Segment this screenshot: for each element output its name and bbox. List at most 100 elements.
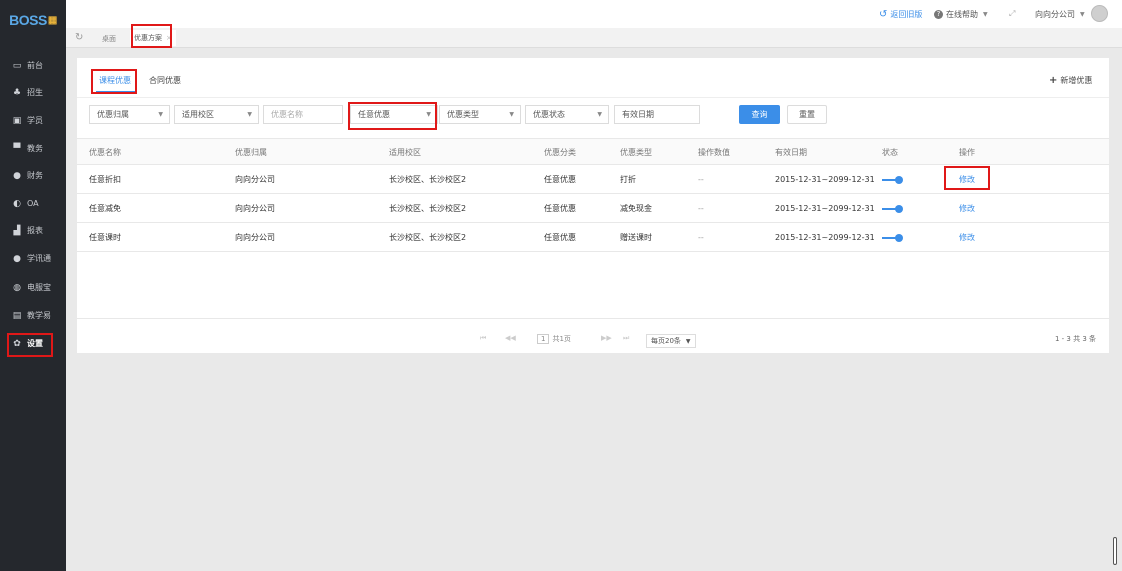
sidebar-item-label: 招生 [27,88,43,97]
back-old-version-link[interactable]: ↺ 返回旧版 [879,9,922,20]
sidebar-item-9[interactable]: ▤ 教学易 [0,303,66,328]
phone-icon: ◍ [13,282,21,293]
cell-campus: 长沙校区、长沙校区2 [389,204,467,213]
owner-select[interactable]: 优惠归属 ▼ [89,105,170,124]
column-header: 优惠类型 [620,148,652,157]
sidebar-item-0[interactable]: ▭ 前台 [0,53,66,78]
add-discount-button[interactable]: + 新增优惠 [1049,75,1092,86]
tab-bar: ↻ 桌面 优惠方案 × [66,28,1122,48]
sidebar-item-label: 报表 [27,226,43,235]
type-select[interactable]: 优惠类型 ▼ [439,105,521,124]
chevron-down-icon: ▼ [1080,11,1085,18]
online-help-menu[interactable]: ? 在线帮助 ▼ [934,9,988,20]
prev-page-icon[interactable]: ◀◀ [505,334,516,342]
chevron-down-icon: ▼ [685,337,691,345]
status-select[interactable]: 优惠状态 ▼ [525,105,609,124]
sidebar: BOSS ▦ ▭ 前台 ♣ 招生 ▣ 学员 ▀ 教务 ● 财务 ◐ OA ▟ 报表 ● 学讯通 ◍ 电服宝 ▤ 教学易 ✿… [0,0,66,571]
sidebar-item-1[interactable]: ♣ 招生 [0,80,66,105]
last-page-icon[interactable]: ⏭ [623,334,629,343]
company-menu[interactable]: 向向分公司 ▼ [1035,9,1085,20]
chevron-down-icon: ▼ [158,111,163,118]
cell-category: 任意优惠 [544,204,576,213]
page-number-input[interactable]: 1 [537,334,550,344]
cell-name: 任意课时 [89,233,121,242]
column-header: 有效日期 [775,148,807,157]
column-header: 优惠归属 [235,148,267,157]
sidebar-item-5[interactable]: ◐ OA [0,191,66,216]
user-avatar[interactable] [1091,5,1108,22]
next-page-icon[interactable]: ▶▶ [601,334,612,342]
date-input[interactable]: 有效日期 [614,105,700,124]
help-icon: ? [934,10,943,19]
return-icon: ↺ [879,9,888,20]
first-page-icon[interactable]: ⏮ [480,334,486,343]
column-header: 操作 [959,148,975,157]
edit-link[interactable]: 修改 [959,223,975,252]
chevron-down-icon: ▼ [247,111,252,118]
table-row: 任意课时 向向分公司 长沙校区、长沙校区2 任意优惠 赠送课时 -- 2015-12-31~… [77,223,1109,252]
cell-date: 2015-12-31~2099-12-31 [775,175,875,184]
sidebar-item-label: 学讯通 [27,254,51,263]
cell-value: -- [698,175,704,184]
cell-owner: 向向分公司 [235,175,275,184]
cell-value: -- [698,233,704,242]
divider [77,97,1109,98]
highlight-settings [7,333,53,357]
edit-link[interactable]: 修改 [959,194,975,223]
status-toggle[interactable] [882,223,904,252]
chevron-down-icon: ▼ [983,11,988,18]
scroll-thumb[interactable] [1113,537,1117,565]
sidebar-item-label: 教务 [27,144,43,153]
status-toggle[interactable] [882,165,904,194]
cell-date: 2015-12-31~2099-12-31 [775,233,875,242]
cell-type: 赠送课时 [620,233,652,242]
campus-select[interactable]: 适用校区 ▼ [174,105,259,124]
pagination-summary: 1 - 3 共 3 条 [1055,335,1097,343]
column-header: 操作数值 [698,148,730,157]
column-header: 优惠分类 [544,148,576,157]
sidebar-item-8[interactable]: ◍ 电服宝 [0,275,66,300]
sidebar-item-label: 学员 [27,116,43,125]
sidebar-item-2[interactable]: ▣ 学员 [0,108,66,133]
sidebar-item-4[interactable]: ● 财务 [0,163,66,188]
cell-category: 任意优惠 [544,175,576,184]
cell-category: 任意优惠 [544,233,576,242]
tab-home[interactable]: 桌面 [102,34,116,44]
column-header: 适用校区 [389,148,421,157]
cell-name: 任意减免 [89,204,121,213]
status-toggle[interactable] [882,194,904,223]
user-group-icon: ♣ [12,87,22,98]
cell-type: 减免现金 [620,204,652,213]
sidebar-item-label: 财务 [27,171,43,180]
teach-icon: ▤ [12,310,22,321]
bar-chart-icon: ▟ [13,225,21,236]
reset-button[interactable]: 重置 [787,105,827,124]
message-icon: ● [13,253,21,264]
search-button[interactable]: 查询 [739,105,780,124]
table-row: 任意减免 向向分公司 长沙校区、长沙校区2 任意优惠 减免现金 -- 2015-12-31~… [77,194,1109,223]
money-icon: ● [13,170,21,181]
sidebar-item-label: 电服宝 [27,283,51,292]
sidebar-item-label: 教学易 [27,311,51,320]
sidebar-item-6[interactable]: ▟ 报表 [0,218,66,243]
tab-contract-discount[interactable]: 合同优惠 [149,75,181,86]
page-size-select[interactable]: 每页20条 ▼ [646,334,696,348]
highlight-edit-link [944,166,990,190]
cell-date: 2015-12-31~2099-12-31 [775,204,875,213]
plus-icon: + [1049,75,1058,86]
fullscreen-icon[interactable]: ⤢ [1009,9,1015,19]
book-icon: ▀ [13,143,21,154]
refresh-icon[interactable]: ↻ [75,32,83,43]
cell-campus: 长沙校区、长沙校区2 [389,175,467,184]
sidebar-item-7[interactable]: ● 学讯通 [0,246,66,271]
cell-name: 任意折扣 [89,175,121,184]
table-header: 优惠名称 优惠归属 适用校区 优惠分类 优惠类型 操作数值 有效日期 状态 操作 [77,138,1109,165]
highlight-current-tab [131,24,172,48]
page-indicator: 1 共1页 [537,334,571,344]
top-bar: ↺ 返回旧版 ? 在线帮助 ▼ ⤢ 向向分公司 ▼ [66,0,1122,28]
sidebar-item-3[interactable]: ▀ 教务 [0,136,66,161]
sidebar-item-label: OA [27,199,39,208]
discount-name-input[interactable]: 优惠名称 [263,105,343,124]
student-card-icon: ▣ [12,115,22,126]
chevron-down-icon: ▼ [509,111,514,118]
